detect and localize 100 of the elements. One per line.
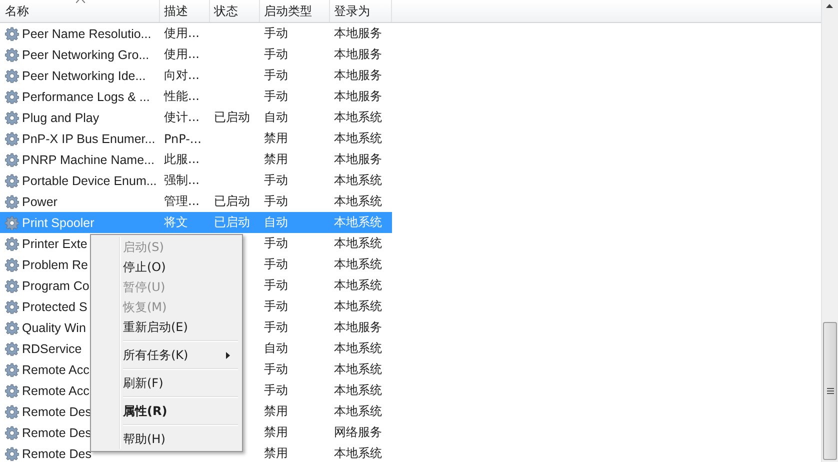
table-cell-text: 本地服务	[333, 319, 383, 336]
table-cell-text: 手动	[263, 88, 289, 105]
service-name[interactable]: Printer Exte	[22, 236, 88, 250]
service-name[interactable]: Portable Device Enum...	[22, 174, 157, 188]
table-cell-text: 手动	[263, 46, 289, 63]
table-cell-text: 手动	[263, 193, 289, 210]
table-cell-text: 本地系统	[333, 193, 383, 210]
table-cell-text: 手动	[263, 298, 289, 315]
gear-icon	[5, 236, 19, 250]
gear-icon	[5, 216, 19, 230]
table-cell-text: 手动	[263, 256, 289, 273]
gear-icon	[5, 258, 19, 272]
service-name[interactable]: RDService	[22, 342, 82, 356]
gear-icon	[5, 110, 19, 124]
menu-item[interactable]: 帮助(H)	[93, 429, 240, 449]
table-cell-text: 本地服务	[333, 25, 383, 42]
table-cell-text: PnP-...	[163, 132, 202, 146]
table-cell-text: 将文	[163, 214, 189, 231]
gear-icon	[5, 320, 19, 334]
table-cell-text: 本地系统	[333, 340, 383, 357]
service-name[interactable]: Peer Networking Ide...	[22, 68, 146, 82]
vertical-scrollbar[interactable]	[821, 0, 838, 462]
table-cell-text: 此服...	[163, 151, 200, 168]
table-cell-text: 手动	[263, 172, 289, 189]
service-name[interactable]: Quality Win	[22, 320, 86, 334]
gear-icon	[5, 404, 19, 418]
table-cell-text: 性能...	[162, 88, 200, 105]
table-cell-text: 网络服务	[333, 424, 383, 441]
scroll-up-icon[interactable]	[826, 4, 833, 8]
menu-item[interactable]: 刷新(F)	[93, 373, 240, 393]
service-name[interactable]: Program Co	[22, 278, 90, 292]
table-cell-text: 禁用	[263, 403, 289, 420]
gear-icon	[5, 68, 19, 82]
service-name[interactable]: Power	[22, 194, 58, 208]
service-name[interactable]: PNRP Machine Name...	[22, 152, 154, 166]
gear-icon	[5, 90, 19, 104]
column-header[interactable]: 状态	[210, 0, 260, 22]
table-cell-text: 本地服务	[333, 67, 383, 84]
service-name[interactable]: Remote Acc	[22, 362, 90, 376]
table-cell-text: 本地服务	[333, 151, 383, 168]
scroll-thumb[interactable]	[823, 322, 837, 460]
service-name[interactable]: Performance Logs & ...	[22, 90, 150, 104]
service-name[interactable]: Peer Name Resolutio...	[22, 26, 152, 40]
table-cell-text: 已启动	[213, 109, 251, 126]
table-cell-text: 本地服务	[333, 46, 383, 63]
table-cell-text: 本地系统	[333, 277, 383, 294]
table-cell-text: 本地系统	[333, 109, 383, 126]
table-cell-text: 本地系统	[333, 214, 383, 231]
table-cell-text: 本地系统	[333, 130, 383, 147]
gear-icon	[5, 300, 19, 314]
gear-icon	[5, 48, 19, 62]
table-cell-text: 自动	[263, 109, 289, 126]
table-cell-text: 本地系统	[333, 235, 383, 252]
service-name[interactable]: PnP-X IP Bus Enumer...	[22, 132, 156, 146]
service-name[interactable]: Remote Acc	[22, 384, 90, 398]
menu-item[interactable]: 属性(R)	[93, 401, 240, 421]
gear-icon	[5, 342, 19, 356]
column-header[interactable]: 登录为	[330, 0, 392, 22]
table-cell-text: 本地系统	[333, 382, 383, 399]
grip-icon	[826, 388, 834, 394]
column-header[interactable]: 描述	[160, 0, 210, 22]
service-name[interactable]: Plug and Play	[22, 110, 100, 124]
table-cell-text: 使用...	[163, 46, 200, 63]
table-cell-text: 向对...	[163, 67, 200, 84]
menu-item[interactable]: 重新启动(E)	[93, 317, 240, 337]
menu-item[interactable]: 所有任务(K)	[93, 345, 240, 365]
table-cell-text: 手动	[263, 67, 289, 84]
gear-icon	[5, 26, 19, 40]
table-cell-text: 手动	[263, 277, 289, 294]
service-name[interactable]: Peer Networking Gro...	[22, 48, 150, 62]
table-cell-text: 手动	[263, 361, 289, 378]
table-cell-text: 使用...	[163, 25, 200, 42]
service-name[interactable]: Protected S	[22, 300, 88, 314]
table-cell-text: 使计...	[163, 109, 200, 126]
table-cell-text: 强制...	[163, 172, 200, 189]
service-name[interactable]: Remote Des	[22, 446, 92, 460]
gear-icon	[5, 132, 19, 146]
table-cell-text: 禁用	[263, 424, 289, 441]
table-cell-text: 本地系统	[333, 298, 383, 315]
gear-icon	[5, 384, 19, 398]
menu-item[interactable]: 停止(O)	[93, 257, 240, 277]
table-cell-text: 本地系统	[333, 256, 383, 273]
table-cell-text: 管理...	[163, 193, 200, 210]
service-name[interactable]: Problem Re	[22, 258, 88, 272]
table-cell-text: 本地服务	[333, 88, 383, 105]
table-cell-text: 手动	[263, 382, 289, 399]
gear-icon	[5, 278, 19, 292]
gear-icon	[5, 174, 19, 188]
table-cell-text: 本地系统	[333, 172, 383, 189]
gear-icon	[5, 152, 19, 166]
table-cell-text: 自动	[263, 340, 289, 357]
gear-icon	[5, 194, 19, 208]
column-header[interactable]: 启动类型	[260, 0, 330, 22]
table-cell-text: 禁用	[263, 151, 289, 168]
table-cell-text: 本地系统	[333, 403, 383, 420]
column-header[interactable]: 名称	[0, 0, 160, 22]
gear-icon	[5, 426, 19, 440]
table-cell-text: 已启动	[213, 214, 251, 231]
table-cell-text: 本地系统	[333, 445, 383, 462]
table-cell-text: 禁用	[263, 130, 289, 147]
